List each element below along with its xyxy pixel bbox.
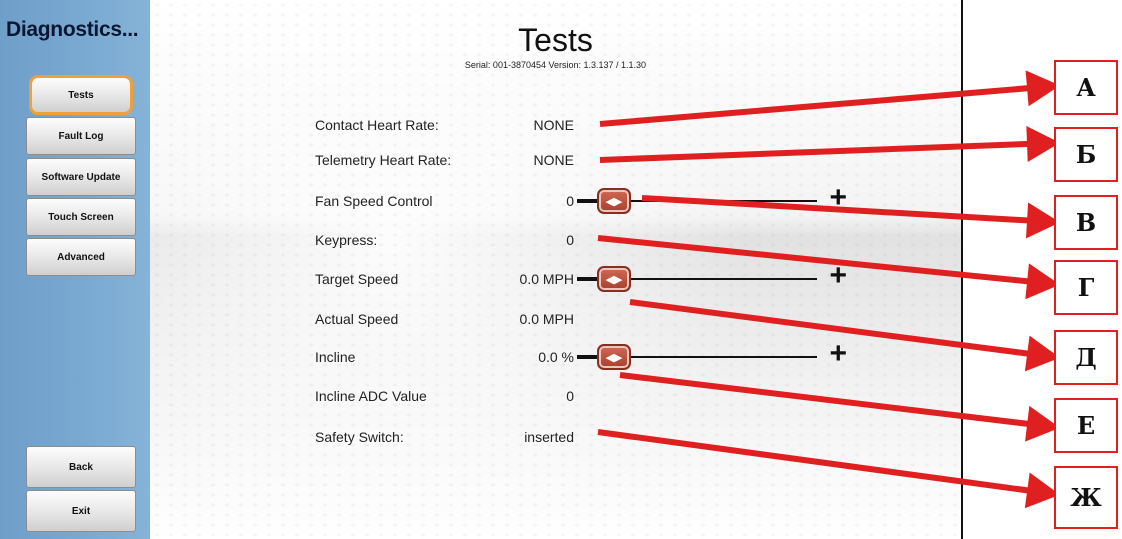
fan-speed-control-value: 0 xyxy=(566,193,574,209)
incline-value: 0.0 % xyxy=(538,349,574,365)
serial-version-text: Serial: 001-3870454 Version: 1.3.137 / 1… xyxy=(464,60,647,70)
nav-advanced-button[interactable]: Advanced xyxy=(26,238,136,276)
incline-slider[interactable]: ◀▶ + xyxy=(577,339,847,372)
incline-adc-label: Incline ADC Value xyxy=(315,388,427,404)
callout-g: Г xyxy=(1054,260,1118,315)
left-right-arrows-icon[interactable]: ◀▶ xyxy=(597,344,631,370)
callout-d: Д xyxy=(1054,330,1118,385)
sidebar-title: Diagnostics... xyxy=(6,18,139,41)
contact-heart-rate-label: Contact Heart Rate: xyxy=(315,117,439,133)
callout-b: Б xyxy=(1054,127,1118,182)
callout-zh: Ж xyxy=(1054,466,1118,529)
tests-panel: Tests Serial: 001-3870454 Version: 1.3.1… xyxy=(150,0,961,539)
exit-button[interactable]: Exit xyxy=(26,490,136,532)
actual-speed-label: Actual Speed xyxy=(315,311,399,327)
fan-speed-control-label: Fan Speed Control xyxy=(315,193,433,209)
target-speed-slider[interactable]: ◀▶ + xyxy=(577,261,847,294)
incline-adc-value: 0 xyxy=(566,388,574,404)
safety-switch-label: Safety Switch: xyxy=(315,429,404,445)
nav-software-update-button[interactable]: Software Update xyxy=(26,158,136,196)
telemetry-heart-rate-value: NONE xyxy=(533,152,574,168)
plus-icon[interactable]: + xyxy=(829,339,847,369)
nav-touch-screen-button[interactable]: Touch Screen xyxy=(26,198,136,236)
plus-icon[interactable]: + xyxy=(829,183,847,213)
plus-icon[interactable]: + xyxy=(829,261,847,291)
keypress-label: Keypress: xyxy=(315,232,378,248)
telemetry-heart-rate-label: Telemetry Heart Rate: xyxy=(315,152,452,168)
fan-speed-slider[interactable]: ◀▶ + xyxy=(577,183,847,216)
callout-v: В xyxy=(1054,195,1118,250)
target-speed-value: 0.0 MPH xyxy=(519,271,574,287)
callout-a: А xyxy=(1054,60,1118,115)
nav-tests-button[interactable]: Tests xyxy=(29,75,133,115)
nav-fault-log-button[interactable]: Fault Log xyxy=(26,117,136,155)
actual-speed-value: 0.0 MPH xyxy=(519,311,574,327)
left-right-arrows-icon[interactable]: ◀▶ xyxy=(597,266,631,292)
contact-heart-rate-value: NONE xyxy=(533,117,574,133)
incline-label: Incline xyxy=(315,349,356,365)
target-speed-label: Target Speed xyxy=(315,271,399,287)
callout-e: Е xyxy=(1054,398,1118,453)
left-right-arrows-icon[interactable]: ◀▶ xyxy=(597,188,631,214)
page-title: Tests xyxy=(518,22,593,58)
safety-switch-value: inserted xyxy=(524,429,574,445)
back-button[interactable]: Back xyxy=(26,446,136,488)
keypress-value: 0 xyxy=(566,232,574,248)
sidebar: Diagnostics... Tests Fault Log Software … xyxy=(0,0,150,539)
device-screen: Diagnostics... Tests Fault Log Software … xyxy=(0,0,963,539)
